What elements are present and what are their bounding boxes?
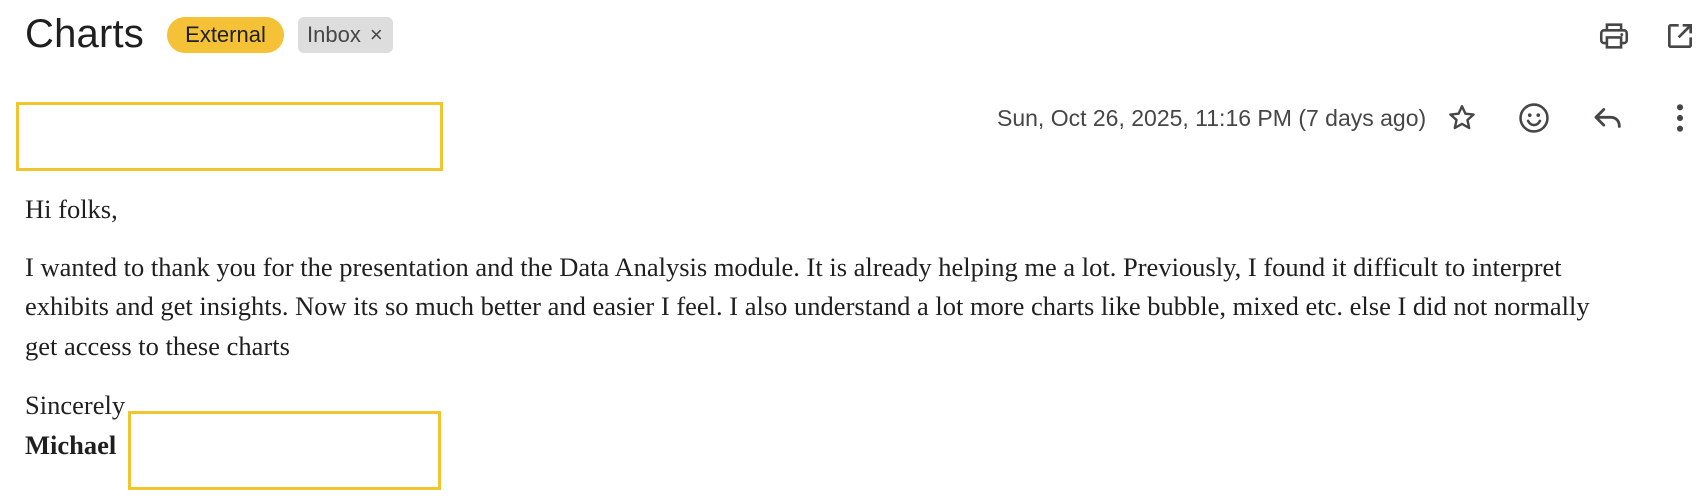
remove-label-icon[interactable]: × (370, 22, 383, 48)
emoji-icon (1519, 103, 1549, 133)
star-button[interactable] (1443, 98, 1481, 138)
sender-redaction-box (16, 102, 443, 171)
email-body-line: I wanted to thank you for the presentati… (25, 252, 1562, 282)
inbox-label-text: Inbox (307, 22, 361, 47)
more-vert-icon (1676, 104, 1684, 132)
star-icon (1449, 105, 1475, 130)
email-body-line: exhibits and get insights. Now its so mu… (25, 291, 1590, 321)
inbox-label-chip[interactable]: Inbox × (298, 17, 393, 53)
print-button[interactable] (1594, 16, 1634, 56)
email-body-line: get access to these charts (25, 331, 290, 361)
external-label-chip: External (167, 17, 284, 53)
signature-redaction-box (128, 411, 441, 490)
email-signature-name: Michael (25, 430, 117, 460)
reply-button[interactable] (1587, 98, 1629, 138)
reply-icon (1594, 108, 1621, 128)
open-in-new-window-button[interactable] (1659, 16, 1701, 56)
add-reaction-button[interactable] (1514, 98, 1554, 138)
more-options-button[interactable] (1665, 98, 1695, 138)
email-closing: Sincerely (25, 390, 126, 420)
message-date: Sun, Oct 26, 2025, 11:16 PM (7 days ago) (997, 105, 1427, 131)
email-subject: Charts (25, 12, 145, 56)
open-in-new-window-icon (1668, 24, 1692, 48)
external-label-text: External (185, 22, 266, 47)
email-greeting: Hi folks, (25, 194, 118, 224)
print-icon (1599, 23, 1629, 49)
